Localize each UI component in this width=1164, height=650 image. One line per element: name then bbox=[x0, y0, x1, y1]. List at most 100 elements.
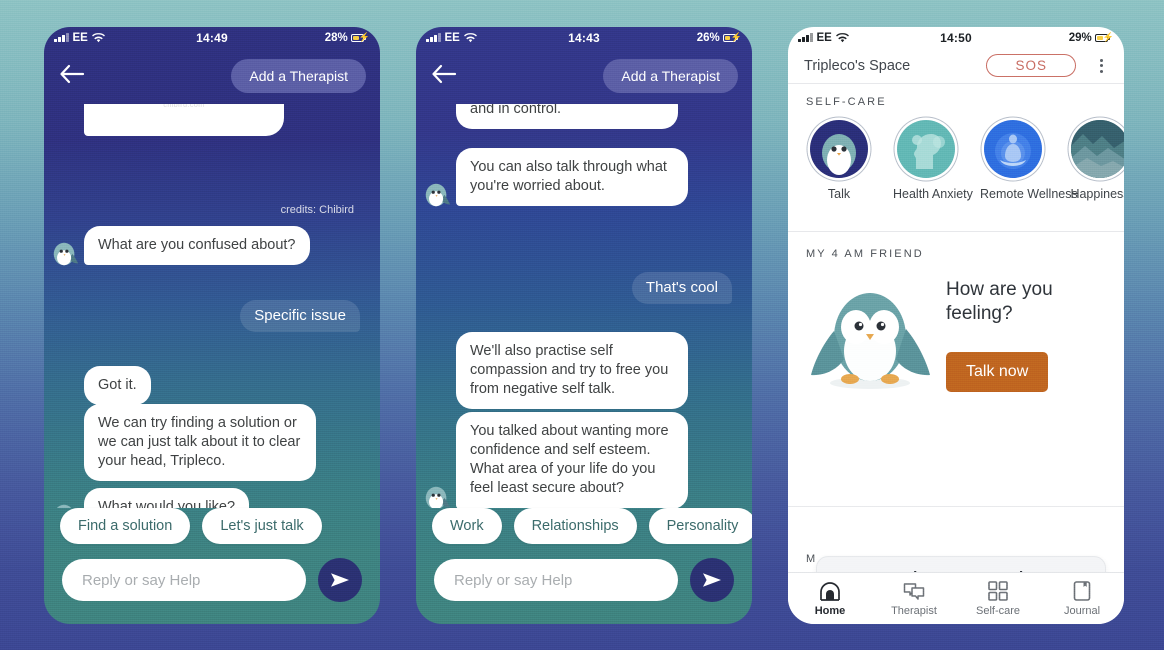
mountain-icon bbox=[1071, 120, 1124, 178]
quick-reply-row: Work Relationships Personality bbox=[416, 508, 752, 558]
home-arch-icon bbox=[819, 580, 841, 602]
penguin-mascot-icon bbox=[811, 292, 930, 389]
chat-bubbles-icon bbox=[903, 580, 925, 602]
tab-therapist[interactable]: Therapist bbox=[872, 580, 956, 617]
message-row: What are you confused about? bbox=[44, 226, 380, 266]
quick-reply-relationships[interactable]: Relationships bbox=[513, 508, 637, 544]
message-row: We can try finding a solution or we can … bbox=[44, 404, 380, 482]
message-list[interactable]: and in control. You can also talk throug… bbox=[416, 104, 752, 508]
talk-now-button[interactable]: Talk now bbox=[946, 352, 1049, 393]
self-care-item-happiness[interactable]: Happiness bbox=[1067, 120, 1124, 203]
self-care-item-remote-wellness[interactable]: Remote Wellness bbox=[980, 120, 1078, 203]
clock: 14:50 bbox=[940, 30, 972, 45]
user-message-bubble: That's cool bbox=[631, 272, 732, 304]
message-row-image: chibird.com bbox=[44, 104, 380, 136]
self-care-label: Health Anxiety bbox=[893, 187, 973, 201]
tab-home[interactable]: Home bbox=[788, 580, 872, 617]
status-bar: EE 14:49 28% ⚡ bbox=[44, 27, 380, 48]
send-button[interactable] bbox=[318, 558, 362, 602]
quick-reply-personality[interactable]: Personality bbox=[648, 508, 752, 544]
tab-label: Therapist bbox=[891, 605, 937, 617]
phone-screen-home: EE 14:50 29% ⚡ Tripleco's Space SOS SELF bbox=[788, 27, 1124, 624]
message-row: Specific issue bbox=[44, 300, 380, 332]
phone-screen-chat-selfesteem: EE 14:43 26% ⚡ Add a Therapist and in co… bbox=[416, 27, 752, 624]
my-4am-friend-section: MY 4 AM FRIEND How are you feeling? Talk… bbox=[788, 232, 1124, 393]
head-silhouette-icon bbox=[897, 120, 955, 178]
self-care-item-health-anxiety[interactable]: Health Anxiety bbox=[893, 120, 973, 203]
bot-message-bubble: What are you confused about? bbox=[84, 226, 310, 266]
message-row: What would you like? bbox=[44, 488, 380, 508]
bot-message-bubble: You talked about wanting more confidence… bbox=[456, 412, 688, 508]
self-care-carousel[interactable]: Talk Health Anxiety Remote Wellness Happ… bbox=[788, 108, 1124, 203]
status-bar: EE 14:50 29% ⚡ bbox=[788, 27, 1124, 48]
charging-bolt-icon: ⚡ bbox=[358, 32, 370, 42]
quick-reply-work[interactable]: Work bbox=[432, 508, 502, 544]
self-care-item-talk[interactable]: Talk bbox=[806, 120, 872, 203]
credits-row: credits: Chibird bbox=[44, 204, 380, 216]
bot-message-bubble: and in control. bbox=[456, 104, 678, 130]
tab-self-care[interactable]: Self-care bbox=[956, 580, 1040, 617]
message-row: You talked about wanting more confidence… bbox=[416, 412, 752, 508]
chat-header: Add a Therapist bbox=[44, 48, 380, 104]
section-label-self-care: SELF-CARE bbox=[806, 96, 887, 108]
message-list[interactable]: chibird.com credits: Chibird What are yo… bbox=[44, 104, 380, 508]
page-title: Tripleco's Space bbox=[804, 57, 911, 74]
message-row: That's cool bbox=[416, 272, 752, 304]
friend-right: How are you feeling? Talk now bbox=[938, 278, 1106, 393]
meditation-icon bbox=[984, 120, 1042, 178]
friend-body: How are you feeling? Talk now bbox=[806, 278, 1106, 393]
reply-input[interactable] bbox=[434, 559, 678, 601]
add-therapist-button[interactable]: Add a Therapist bbox=[231, 59, 366, 93]
tab-label: Journal bbox=[1063, 605, 1101, 617]
bot-message-bubble: What would you like? bbox=[84, 488, 250, 508]
reply-input[interactable] bbox=[62, 559, 306, 601]
tab-label: Self-care bbox=[975, 605, 1021, 617]
message-row: Got it. bbox=[44, 366, 380, 406]
quick-reply-find-a-solution[interactable]: Find a solution bbox=[60, 508, 191, 544]
tab-label: Home bbox=[814, 605, 846, 617]
message-row: We'll also practise self compassion and … bbox=[416, 332, 752, 410]
send-button[interactable] bbox=[690, 558, 734, 602]
status-bar: EE 14:43 26% ⚡ bbox=[416, 27, 752, 48]
image-watermark: chibird.com bbox=[163, 104, 205, 110]
home-header: Tripleco's Space SOS bbox=[788, 48, 1124, 84]
composer bbox=[44, 558, 380, 624]
add-therapist-button[interactable]: Add a Therapist bbox=[603, 59, 738, 93]
behind-card-section-label: M bbox=[806, 553, 818, 565]
penguin-avatar-icon bbox=[53, 242, 79, 266]
back-arrow-icon[interactable] bbox=[430, 63, 460, 89]
section-divider-2 bbox=[788, 506, 1124, 507]
quick-reply-row: Find a solution Let's just talk bbox=[44, 508, 380, 558]
penguin-avatar-icon bbox=[425, 486, 451, 508]
back-arrow-icon[interactable] bbox=[58, 63, 88, 89]
bot-message-bubble: You can also talk through what you're wo… bbox=[456, 148, 688, 207]
self-care-label: Remote Wellness bbox=[980, 187, 1078, 201]
sos-button[interactable]: SOS bbox=[986, 54, 1076, 77]
grid-squares-icon bbox=[988, 580, 1008, 602]
composer bbox=[416, 558, 752, 624]
message-row: and in control. bbox=[416, 104, 752, 130]
penguin-avatar-icon bbox=[425, 184, 451, 207]
bottom-tab-bar: Home Therapist Self-care Journal bbox=[788, 572, 1124, 624]
clock: 14:43 bbox=[568, 30, 600, 45]
quick-reply-lets-just-talk[interactable]: Let's just talk bbox=[202, 508, 322, 544]
chibird-image-card: chibird.com bbox=[84, 104, 284, 136]
user-message-bubble: Specific issue bbox=[240, 300, 360, 332]
send-arrow-icon bbox=[331, 573, 349, 587]
penguin-icon bbox=[810, 120, 868, 178]
charging-bolt-icon: ⚡ bbox=[1102, 32, 1114, 42]
phone-screen-chat-solution: EE 14:49 28% ⚡ Add a Therapist chibird.c… bbox=[44, 27, 380, 624]
bot-message-bubble: Got it. bbox=[84, 366, 151, 406]
penguin-avatar-icon bbox=[56, 504, 72, 508]
section-label-my-4am-friend: MY 4 AM FRIEND bbox=[806, 247, 924, 260]
feeling-question: How are you feeling? bbox=[946, 278, 1053, 324]
charging-bolt-icon: ⚡ bbox=[730, 32, 742, 42]
chat-view: Add a Therapist and in control. You can … bbox=[416, 48, 752, 624]
bot-message-bubble: We can try finding a solution or we can … bbox=[84, 404, 316, 482]
screenshot-stage: EE 14:49 28% ⚡ Add a Therapist chibird.c… bbox=[0, 0, 1164, 650]
image-credits-label: credits: Chibird bbox=[280, 204, 354, 216]
kebab-menu-icon[interactable] bbox=[1094, 58, 1108, 73]
tab-journal[interactable]: Journal bbox=[1040, 580, 1124, 617]
self-care-label: Talk bbox=[827, 187, 851, 201]
home-view: Tripleco's Space SOS SELF-CARE Talk Heal… bbox=[788, 48, 1124, 624]
